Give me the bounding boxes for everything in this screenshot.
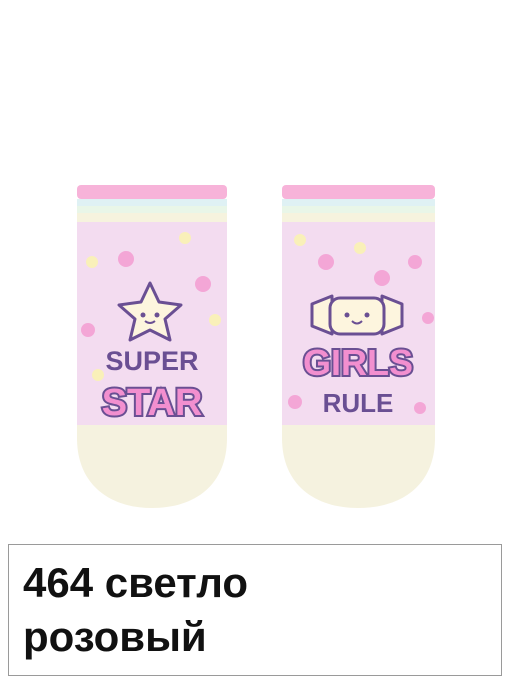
polka-dot: [408, 255, 422, 269]
star-eye: [140, 312, 146, 318]
caption-line-2: розовый: [23, 613, 207, 660]
polka-dot: [294, 234, 306, 246]
polka-dot: [288, 395, 302, 409]
left-sock-toe: [77, 425, 227, 508]
polka-dot: [195, 276, 211, 292]
polka-dot: [414, 402, 426, 414]
star-eye: [154, 312, 160, 318]
right-sock-stripe: [282, 199, 435, 206]
left-sock-stripe: [77, 199, 227, 206]
right-sock-text-girls: GIRLS: [303, 342, 413, 383]
left-sock-stripe: [77, 213, 227, 222]
caption-line-1: 464 светло: [23, 559, 248, 606]
left-sock-text-star: STAR: [102, 382, 203, 424]
right-sock-stripe: [282, 206, 435, 213]
polka-dot: [374, 270, 390, 286]
right-sock-text-rule: RULE: [323, 388, 394, 418]
right-sock-stripe: [282, 213, 435, 222]
right-sock-toe: [282, 425, 435, 508]
polka-dot: [118, 251, 134, 267]
polka-dot: [318, 254, 334, 270]
product-photo: SUPER STAR GIRLS RULE: [0, 0, 512, 540]
left-sock-cuff: [77, 185, 227, 199]
left-sock: SUPER STAR: [77, 185, 227, 508]
right-sock: GIRLS RULE: [282, 185, 435, 508]
polka-dot: [179, 232, 191, 244]
polka-dot: [92, 369, 104, 381]
left-sock-text-super: SUPER: [105, 346, 198, 376]
right-sock-cuff: [282, 185, 435, 199]
left-sock-stripe: [77, 206, 227, 213]
polka-dot: [81, 323, 95, 337]
polka-dot: [209, 314, 221, 326]
polka-dot: [422, 312, 434, 324]
socks-illustration: SUPER STAR GIRLS RULE: [77, 185, 435, 508]
caption-box: 464 светло розовый: [8, 544, 502, 676]
polka-dot: [86, 256, 98, 268]
polka-dot: [354, 242, 366, 254]
bow-icon: [310, 294, 404, 336]
